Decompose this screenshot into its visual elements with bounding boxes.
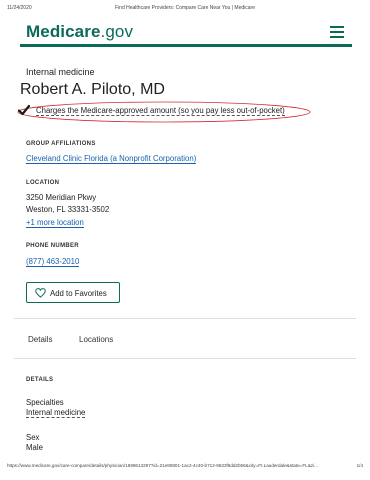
site-header: Medicare.gov [0, 16, 370, 46]
assignment-text[interactable]: Charges the Medicare-approved amount (so… [36, 106, 285, 116]
tab-details[interactable]: Details [28, 335, 52, 344]
sex-value: Male [26, 443, 43, 452]
phone-number-label: PHONE NUMBER [26, 243, 79, 249]
sex-label: Sex [26, 433, 40, 442]
add-to-favorites-label: Add to Favorites [50, 289, 107, 298]
medicare-assignment-note: Charges the Medicare-approved amount (so… [14, 100, 312, 124]
tabs-top-divider [14, 318, 356, 319]
provider-name: Robert A. Piloto, MD [20, 81, 165, 98]
location-label: LOCATION [26, 180, 60, 186]
add-to-favorites-button[interactable]: Add to Favorites [26, 282, 120, 303]
group-affiliations-label: GROUP AFFILIATIONS [26, 141, 96, 147]
address-line-2: Weston, FL 33331-3502 [26, 205, 110, 214]
print-header: 11/24/2020 Find Healthcare Providers: Co… [0, 5, 370, 15]
print-page-title: Find Healthcare Providers: Compare Care … [115, 5, 255, 11]
more-locations-link[interactable]: +1 more location [26, 218, 84, 228]
logo-brand: Medicare [26, 22, 101, 41]
details-heading: DETAILS [26, 377, 54, 383]
specialties-label: Specialties [26, 398, 64, 407]
medicare-logo[interactable]: Medicare.gov [26, 22, 133, 42]
heart-outline-icon [35, 288, 46, 298]
print-page-number: 1/4 [356, 463, 363, 468]
group-affiliation-link[interactable]: Cleveland Clinic Florida (a Nonprofit Co… [26, 154, 197, 164]
print-footer: https://www.medicare.gov/care-compare/de… [7, 463, 363, 472]
hamburger-menu-icon[interactable] [330, 26, 344, 38]
logo-tld: .gov [100, 22, 134, 41]
specialties-value[interactable]: Internal medicine [26, 408, 86, 418]
address-line-1: 3250 Meridian Pkwy [26, 193, 97, 202]
tab-locations[interactable]: Locations [79, 335, 113, 344]
print-url: https://www.medicare.gov/care-compare/de… [7, 463, 318, 468]
header-divider [20, 44, 352, 47]
provider-specialty: Internal medicine [26, 67, 95, 77]
phone-number-link[interactable]: (877) 463-2010 [26, 257, 80, 267]
checkmark-icon [18, 104, 30, 116]
tabs-bottom-divider [14, 358, 356, 359]
